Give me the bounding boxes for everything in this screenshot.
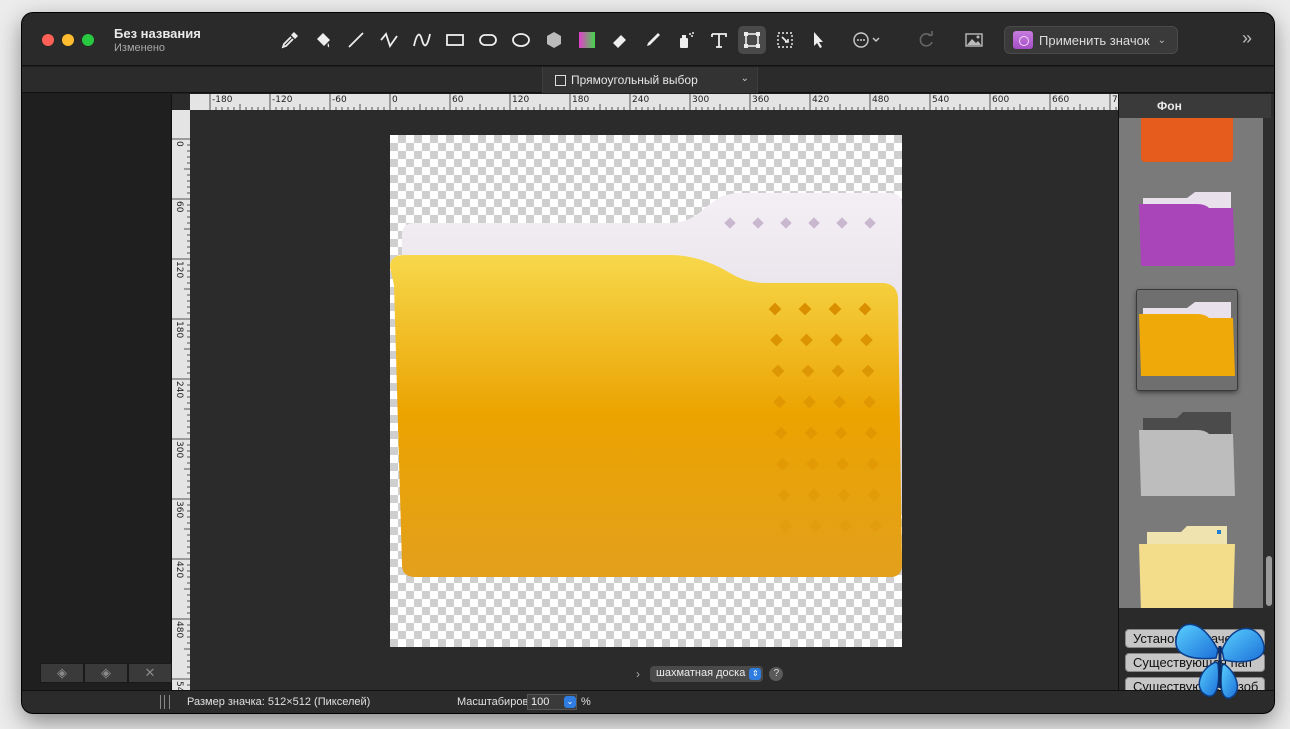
rectangle-tool-icon[interactable] bbox=[441, 26, 469, 54]
panel-resize-handle[interactable] bbox=[160, 695, 170, 709]
ruler-label: 240 bbox=[632, 95, 650, 105]
rounded-rect-tool-icon[interactable] bbox=[474, 26, 502, 54]
ruler-label: 300 bbox=[174, 441, 184, 459]
curve-tool-icon[interactable] bbox=[408, 26, 436, 54]
ruler-label: 360 bbox=[174, 501, 184, 519]
rect-select-icon bbox=[555, 74, 566, 86]
spray-tool-icon[interactable] bbox=[672, 26, 700, 54]
ellipse-tool-icon[interactable] bbox=[507, 26, 535, 54]
ruler-label: 240 bbox=[174, 381, 184, 399]
redo-icon[interactable] bbox=[912, 26, 940, 54]
apply-icon-label: Применить значок bbox=[1039, 32, 1150, 48]
ruler-corner bbox=[172, 94, 190, 110]
pencil-tool-icon[interactable] bbox=[639, 26, 667, 54]
ruler-label: -180 bbox=[212, 95, 233, 105]
pointer-tool-icon[interactable] bbox=[804, 26, 832, 54]
background-thumbnails bbox=[1119, 118, 1263, 608]
camera-folder-icon bbox=[1013, 31, 1033, 49]
selection-mode-select[interactable]: Прямоугольный выбор ⌄ bbox=[542, 67, 758, 93]
ruler-label: 420 bbox=[174, 561, 184, 579]
document-title: Без названия bbox=[114, 26, 201, 41]
percent-sign: % bbox=[581, 696, 591, 708]
purple-folder-thumbnail[interactable] bbox=[1137, 180, 1237, 280]
background-selector: › шахматная доска ⇕ ? bbox=[636, 666, 784, 682]
chevron-down-icon: ⌄ bbox=[740, 73, 749, 84]
eraser-tool-icon[interactable] bbox=[606, 26, 634, 54]
ruler-label: 120 bbox=[174, 261, 184, 279]
selection-mode-label: Прямоугольный выбор bbox=[571, 73, 698, 87]
chevron-down-icon: ⌄ bbox=[1157, 34, 1166, 46]
more-options-icon[interactable] bbox=[848, 26, 888, 54]
folder-icon bbox=[390, 193, 902, 577]
tool-options-bar: Прямоугольный выбор ⌄ bbox=[22, 67, 1274, 93]
butterfly-watermark-icon bbox=[1175, 623, 1265, 699]
titlebar: Без названия Изменено Применить значок ⌄… bbox=[22, 13, 1274, 66]
polygon-tool-icon[interactable] bbox=[540, 26, 568, 54]
gradient-tool-icon[interactable] bbox=[573, 26, 601, 54]
ruler-label: 0 bbox=[392, 95, 398, 105]
canvas-area[interactable]: -180 -120 -60 0 60 120 180 240 300 360 420 480 540 60… bbox=[172, 94, 1118, 692]
stepper-icon: ⇕ bbox=[749, 668, 762, 680]
help-button[interactable]: ? bbox=[769, 667, 784, 681]
ruler-label: 300 bbox=[692, 95, 710, 105]
ruler-label: 480 bbox=[174, 621, 184, 639]
zoom-label: Масштабирование bbox=[457, 696, 527, 708]
classic-folder-thumbnail[interactable] bbox=[1137, 514, 1237, 608]
yellow-folder-thumbnail[interactable] bbox=[1137, 290, 1237, 390]
orange-folder-thumbnail[interactable] bbox=[1137, 118, 1237, 168]
ruler-label: 540 bbox=[932, 95, 950, 105]
ruler-label: 480 bbox=[872, 95, 890, 105]
background-option: шахматная доска bbox=[656, 667, 746, 679]
rect-select-tool-icon[interactable] bbox=[738, 26, 766, 54]
image-icon[interactable] bbox=[960, 26, 988, 54]
ruler-label: 600 bbox=[992, 95, 1010, 105]
scrollbar-thumb[interactable] bbox=[1266, 556, 1272, 606]
ruler-label: 180 bbox=[174, 321, 184, 339]
add-layer-icon[interactable]: ◈ bbox=[40, 663, 84, 683]
apply-icon-button[interactable]: Применить значок ⌄ bbox=[1004, 26, 1178, 54]
layers-panel bbox=[22, 94, 172, 690]
fill-bucket-tool-icon[interactable] bbox=[309, 26, 337, 54]
polyline-tool-icon[interactable] bbox=[375, 26, 403, 54]
ruler-label: -60 bbox=[332, 95, 347, 105]
backgrounds-header: Фон bbox=[1119, 94, 1271, 118]
line-tool-icon[interactable] bbox=[342, 26, 370, 54]
ruler-label: 0 bbox=[174, 141, 184, 147]
ruler-label: 60 bbox=[174, 201, 184, 213]
eyedropper-tool-icon[interactable] bbox=[276, 26, 304, 54]
toolbar-overflow-button[interactable]: » bbox=[1242, 28, 1252, 49]
backgrounds-panel: Фон Установить качест Существующая пап С… bbox=[1118, 94, 1274, 696]
magic-select-tool-icon[interactable] bbox=[771, 26, 799, 54]
duplicate-layer-icon[interactable]: ◈ bbox=[84, 663, 128, 683]
top-ruler: -180 -120 -60 0 60 120 180 240 300 360 420 480 540 60… bbox=[190, 94, 1118, 110]
text-tool-icon[interactable] bbox=[705, 26, 733, 54]
icon-canvas[interactable] bbox=[390, 135, 902, 647]
minimize-window-button[interactable] bbox=[62, 34, 74, 46]
close-window-button[interactable] bbox=[42, 34, 54, 46]
status-bar: Размер значка: 512×512 (Пикселей) Масшта… bbox=[22, 690, 1274, 713]
zoom-window-button[interactable] bbox=[82, 34, 94, 46]
background-select[interactable]: шахматная доска ⇕ bbox=[650, 666, 764, 682]
ruler-label: 60 bbox=[452, 95, 464, 105]
ruler-label: 7 bbox=[1112, 95, 1118, 105]
left-ruler: 0 60 120 180 240 300 360 420 480 54 bbox=[172, 110, 190, 692]
ruler-label: 420 bbox=[812, 95, 830, 105]
document-status: Изменено bbox=[114, 42, 166, 54]
app-window: Без названия Изменено Применить значок ⌄… bbox=[22, 13, 1274, 713]
thumbnails-scrollbar[interactable] bbox=[1263, 118, 1274, 608]
ruler-label: 120 bbox=[512, 95, 530, 105]
icon-size-text: Размер значка: 512×512 (Пикселей) bbox=[187, 696, 371, 708]
delete-layer-icon[interactable]: ✕ bbox=[128, 663, 172, 683]
layers-toolbar: ◈ ◈ ✕ bbox=[40, 663, 172, 685]
ruler-label: 360 bbox=[752, 95, 770, 105]
ruler-label: 180 bbox=[572, 95, 590, 105]
chevron-right-icon[interactable]: › bbox=[636, 667, 640, 681]
ruler-label: 660 bbox=[1052, 95, 1070, 105]
zoom-dropdown-icon[interactable]: ⌄ bbox=[564, 696, 576, 708]
gray-folder-thumbnail[interactable] bbox=[1137, 402, 1237, 502]
ruler-label: -120 bbox=[272, 95, 293, 105]
